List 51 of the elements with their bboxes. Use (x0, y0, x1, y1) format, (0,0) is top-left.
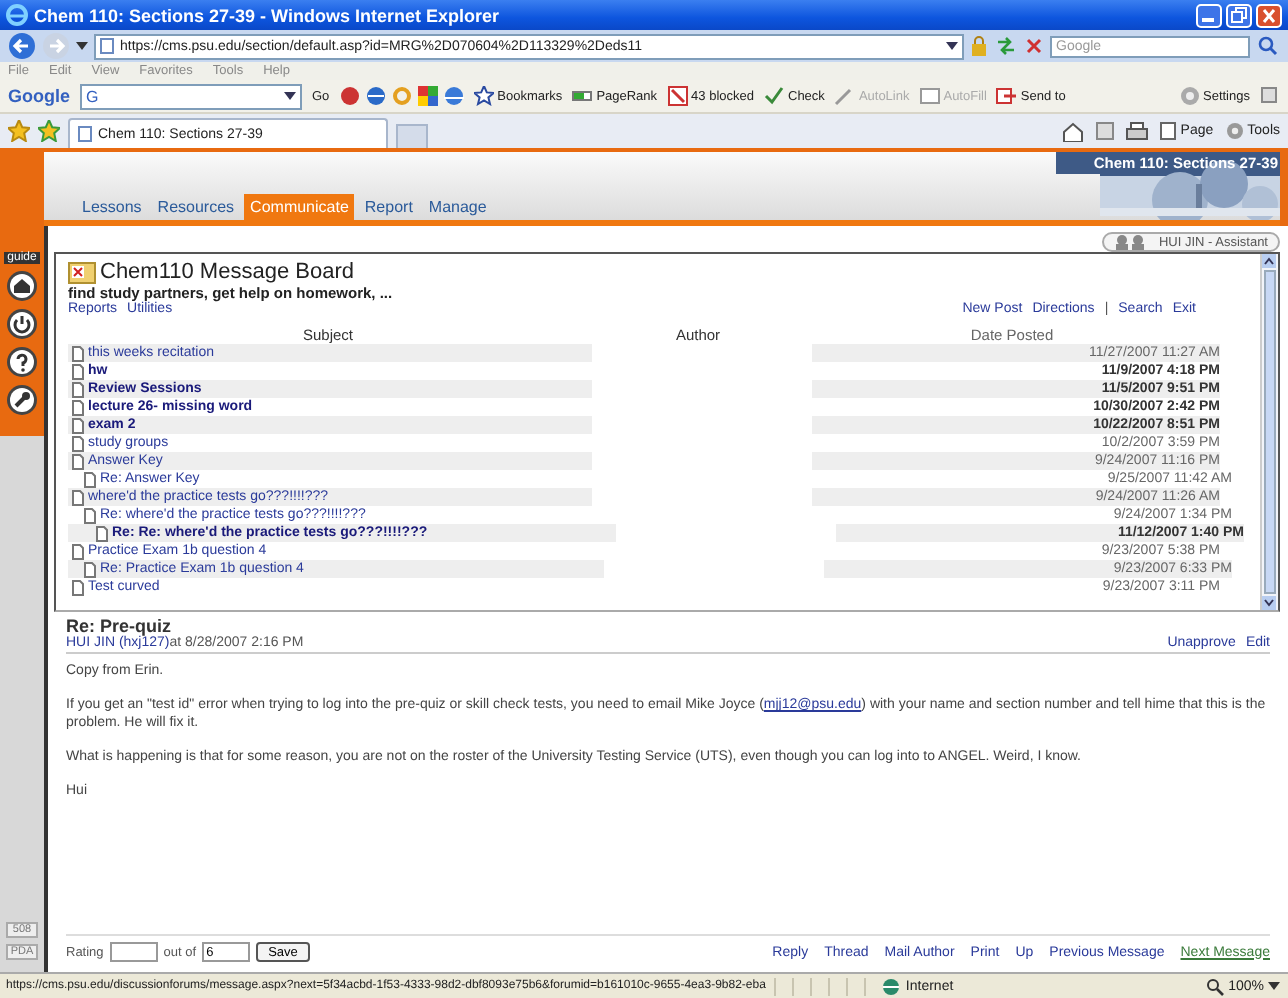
stop-icon[interactable] (1024, 36, 1044, 56)
favorites-star-icon[interactable] (8, 120, 30, 142)
home-icon[interactable] (6, 270, 38, 302)
settings-icon (1179, 86, 1199, 106)
scrollbar[interactable] (1260, 254, 1278, 610)
globe-icon (881, 977, 900, 995)
back-arrow-icon[interactable] (8, 32, 36, 60)
scroll-thumb[interactable] (1264, 270, 1276, 594)
folder-icon (68, 260, 96, 284)
help-icon[interactable] (6, 346, 38, 378)
lock-icon (970, 36, 988, 56)
rating-field[interactable] (109, 942, 158, 962)
planet-icon[interactable] (443, 86, 464, 106)
nav-tab[interactable]: Manage (422, 194, 493, 220)
window-title: Chem 110: Sections 27-39 - Windows Internet Explorer (34, 5, 499, 25)
browser-logo-icon (6, 4, 28, 26)
page-icon (1160, 122, 1177, 140)
close-icon[interactable] (1256, 3, 1282, 27)
scroll-up-icon[interactable] (1262, 254, 1276, 268)
nav-tab[interactable]: Report (358, 194, 419, 220)
refresh-icon[interactable] (994, 36, 1018, 56)
blocked-window-icon (667, 86, 688, 106)
restore-icon[interactable] (1226, 3, 1252, 27)
power-icon[interactable] (6, 308, 38, 340)
form-icon (919, 86, 940, 106)
rank-bar-icon (572, 86, 593, 106)
search-icon[interactable] (1256, 36, 1280, 56)
add-favorite-icon[interactable] (38, 120, 60, 142)
printer-icon[interactable] (1126, 121, 1149, 141)
page-icon (78, 126, 92, 142)
toolbar-search-field[interactable]: G (80, 83, 302, 109)
home-icon[interactable] (1062, 121, 1085, 141)
page-icon (100, 38, 114, 54)
nav-tab[interactable]: Lessons (76, 194, 148, 220)
nav-tab[interactable]: Resources (151, 194, 241, 220)
minimize-icon[interactable] (1196, 3, 1222, 27)
caret-icon[interactable] (1268, 982, 1280, 990)
wrench-icon[interactable] (6, 384, 38, 416)
globe-icon[interactable] (365, 86, 386, 106)
spellcheck-icon (764, 86, 784, 106)
magnifier-icon (1206, 977, 1225, 995)
caret-icon[interactable] (284, 92, 296, 100)
toolbar-logo: Google (8, 86, 70, 106)
caret-icon[interactable] (76, 42, 88, 50)
blocks-icon[interactable] (417, 86, 438, 106)
board-title: Chem110 Message Board (100, 260, 354, 284)
scroll-down-icon[interactable] (1262, 596, 1276, 610)
caret-icon[interactable] (946, 42, 958, 50)
gear-icon (1225, 122, 1244, 140)
star-icon (473, 86, 494, 106)
message-title: Re: Pre-quiz (66, 616, 174, 636)
